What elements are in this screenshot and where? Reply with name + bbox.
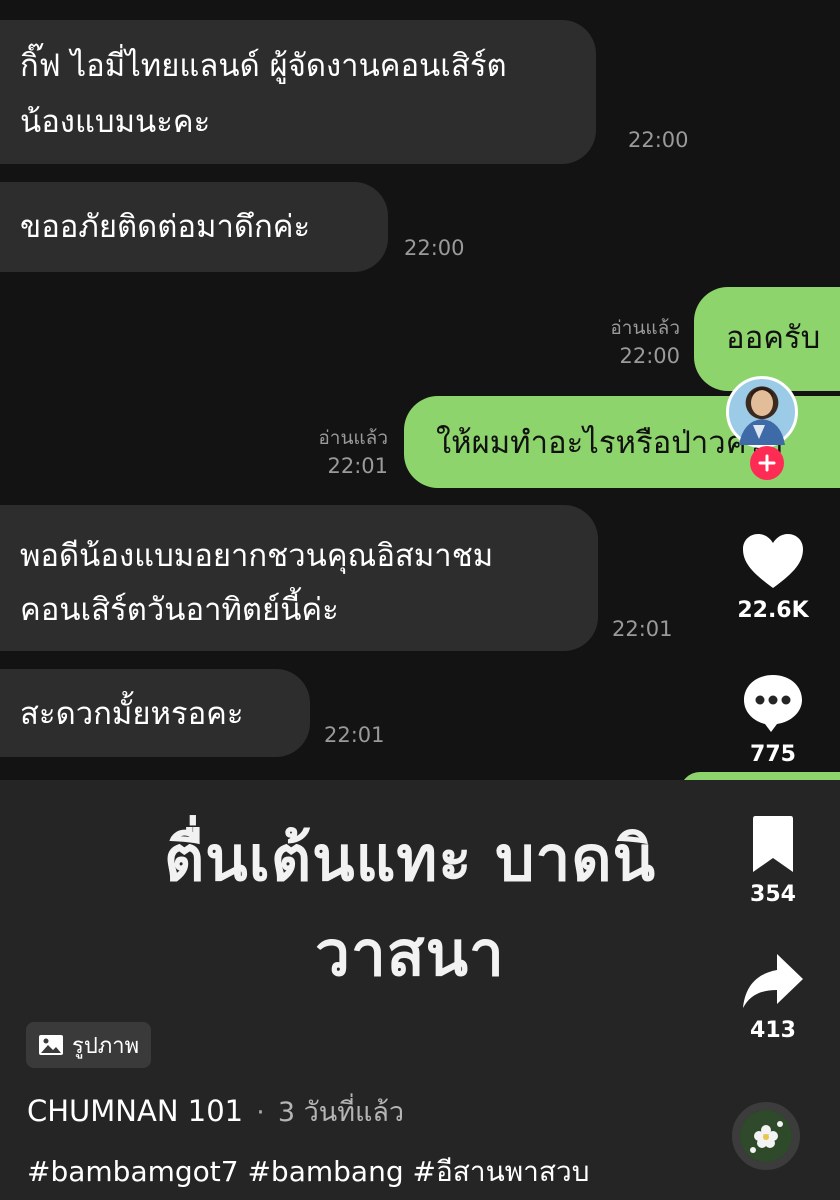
read-label: อ่านแล้ว: [610, 317, 680, 339]
chat-bubble-incoming: พอดีน้องแบมอยากชวนคุณอิสมาชม คอนเสิร์ตวั…: [0, 505, 598, 651]
author-line: CHUMNAN 101 · 3 วันที่แล้ว: [27, 1090, 404, 1133]
message-text: พอดีน้องแบมอยากชวนคุณอิสมาชม: [20, 538, 494, 574]
message-time: 22:01: [612, 617, 673, 641]
photo-icon: [39, 1035, 63, 1055]
message-text: น้องแบมนะคะ: [20, 104, 211, 140]
message-text: คอนเสิร์ตวันอาทิตย์นี้ค่ะ: [20, 592, 339, 628]
message-text: สะดวกมั้ยหรอคะ: [20, 696, 244, 732]
message-time: 22:00: [619, 344, 680, 368]
heart-icon: [743, 534, 803, 588]
chat-screenshot: กิ๊ฟ ไอมี่ไทยแลนด์ ผู้จัดงานคอนเสิร์ต น้…: [0, 0, 840, 780]
profile-avatar[interactable]: [726, 376, 798, 448]
caption-line-2: วาสนา: [315, 917, 505, 990]
avatar-figure-icon: [739, 387, 785, 445]
message-time: 22:00: [628, 128, 689, 152]
message-text: ขออภัยติดต่อมาดึกค่ะ: [20, 209, 311, 245]
sound-disc[interactable]: [732, 1102, 800, 1170]
music-disc-icon: [740, 1110, 792, 1162]
save-button[interactable]: 354: [727, 814, 819, 907]
read-receipt: อ่านแล้ว 22:00: [560, 314, 680, 370]
read-receipt: อ่านแล้ว 22:01: [268, 424, 388, 480]
chat-bubble-incoming: กิ๊ฟ ไอมี่ไทยแลนด์ ผู้จัดงานคอนเสิร์ต น้…: [0, 20, 596, 164]
message-time: 22:00: [404, 236, 465, 260]
post-time: 3 วันที่แล้ว: [277, 1097, 405, 1128]
author-name[interactable]: CHUMNAN 101: [27, 1094, 243, 1128]
message-text: ออครับ: [726, 320, 821, 356]
post-type-label: รูปภาพ: [72, 1033, 140, 1059]
message-time: 22:01: [327, 454, 388, 478]
like-count: 22.6K: [737, 598, 809, 623]
share-button[interactable]: 413: [727, 952, 819, 1043]
message-text: กิ๊ฟ ไอมี่ไทยแลนด์ ผู้จัดงานคอนเสิร์ต: [20, 48, 507, 84]
share-count: 413: [750, 1018, 796, 1043]
message-time: 22:01: [324, 723, 385, 747]
read-label: อ่านแล้ว: [318, 427, 388, 449]
chat-bubble-outgoing-partial: [680, 772, 840, 780]
share-icon: [743, 954, 803, 1008]
separator: ·: [256, 1098, 265, 1128]
caption-line-1: ตื่นเต้นแทะ บาดนิ: [163, 822, 657, 895]
chat-bubble-incoming: ขออภัยติดต่อมาดึกค่ะ: [0, 182, 388, 272]
hashtags[interactable]: #bambamgot7 #bambang #อีสานพาสวบ: [27, 1150, 590, 1194]
comment-icon: [744, 675, 802, 732]
chat-bubble-incoming: สะดวกมั้ยหรอคะ: [0, 669, 310, 757]
save-count: 354: [750, 882, 796, 907]
bookmark-icon: [753, 816, 793, 872]
post-type-badge: รูปภาพ: [26, 1022, 152, 1068]
plus-icon: [758, 454, 776, 472]
like-button[interactable]: 22.6K: [727, 532, 819, 623]
comment-count: 775: [750, 742, 796, 767]
follow-button[interactable]: [750, 446, 784, 480]
comment-button[interactable]: 775: [727, 672, 819, 767]
